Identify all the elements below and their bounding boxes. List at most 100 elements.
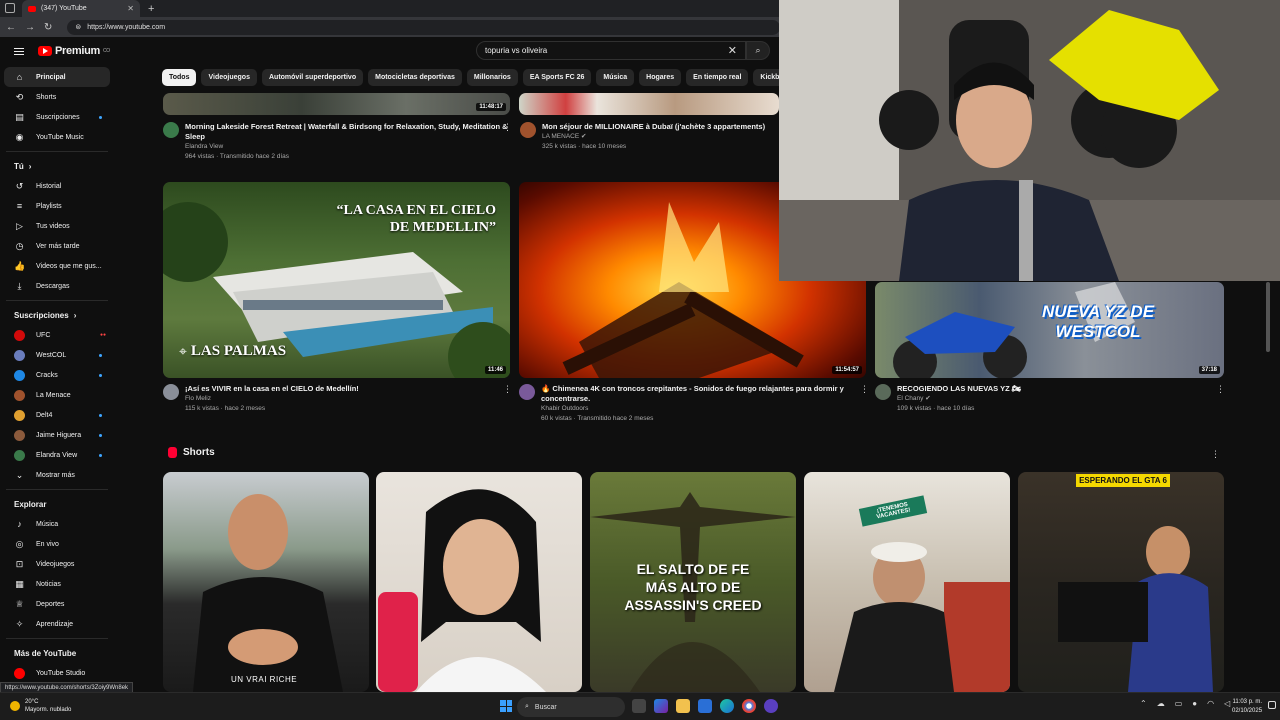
chip[interactable]: En tiempo real xyxy=(686,69,749,86)
reload-icon[interactable]: ↻ xyxy=(44,22,52,33)
sidebar-item-liked-videos[interactable]: 👍 Videos que me gus... xyxy=(0,256,120,276)
sidebar-item-youtube-music[interactable]: ◉ YouTube Music xyxy=(0,127,120,147)
chip[interactable]: Música xyxy=(596,69,635,86)
sidebar-explore-news[interactable]: ▦ Noticias xyxy=(0,574,120,594)
sidebar-sub-westcol[interactable]: WestCOL xyxy=(0,345,120,365)
video-thumbnail[interactable] xyxy=(519,93,779,115)
url-field[interactable]: ⊜ https://www.youtube.com xyxy=(67,19,780,35)
sidebar-explore-learning[interactable]: ✧ Aprendizaje xyxy=(0,614,120,634)
sidebar-sub-jaime-higuera[interactable]: Jaime Higuera xyxy=(0,425,120,445)
video-thumbnail[interactable]: “LA CASA EN EL CIELO DE MEDELLIN” ⌖ LAS … xyxy=(163,182,510,378)
new-tab-icon[interactable]: + xyxy=(148,3,154,15)
volume-icon[interactable]: ◁ xyxy=(1224,699,1230,708)
channel-name[interactable]: LA MENACE ✔ xyxy=(542,132,765,142)
channel-avatar[interactable] xyxy=(875,384,891,400)
sidebar-item-subscriptions[interactable]: ▤ Suscripciones xyxy=(0,107,120,127)
short-card[interactable] xyxy=(376,472,582,692)
short-card[interactable]: ¡TENEMOS VACANTES! xyxy=(804,472,1010,692)
channel-name[interactable]: El Chany ✔ xyxy=(897,394,1021,404)
chip[interactable]: Hogares xyxy=(639,69,682,86)
you-heading[interactable]: Tú › xyxy=(0,156,120,176)
notifications-icon[interactable] xyxy=(1268,701,1276,709)
chip[interactable]: Videojuegos xyxy=(201,69,257,86)
page-scrollbar[interactable] xyxy=(1266,282,1270,352)
sidebar-explore-sports[interactable]: ♕ Deportes xyxy=(0,594,120,614)
video-title[interactable]: Morning Lakeside Forest Retreat | Waterf… xyxy=(185,122,508,142)
sidebar-youtube-studio[interactable]: YouTube Studio xyxy=(0,663,120,683)
chevron-up-icon[interactable]: ⌃ xyxy=(1140,699,1147,708)
sidebar-item-home[interactable]: ⌂ Principal xyxy=(4,67,110,87)
more-options-icon[interactable]: ⋮ xyxy=(503,384,512,395)
sidebar-explore-music[interactable]: ♪ Música xyxy=(0,514,120,534)
sidebar-item-playlists[interactable]: ≡ Playlists xyxy=(0,196,120,216)
short-card[interactable]: UN VRAI RICHE xyxy=(163,472,369,692)
microphone-icon[interactable]: ● xyxy=(1192,699,1197,708)
sidebar-sub-ufc[interactable]: UFC ●● xyxy=(0,325,120,345)
wifi-icon[interactable]: ◠ xyxy=(1207,699,1214,708)
search-button[interactable]: ⌕ xyxy=(746,41,770,60)
video-title[interactable]: 🔥 Chimenea 4K con troncos crepitantes - … xyxy=(541,384,857,404)
back-icon[interactable]: ← xyxy=(6,22,16,33)
sidebar-explore-live[interactable]: ◎ En vivo xyxy=(0,534,120,554)
start-button[interactable] xyxy=(500,700,512,712)
close-tab-icon[interactable]: ✕ xyxy=(127,4,134,13)
chip[interactable]: Millonarios xyxy=(466,69,518,86)
chip[interactable]: Kickboxing xyxy=(753,69,780,86)
channel-avatar[interactable] xyxy=(163,122,179,138)
video-title[interactable]: RECOGIENDO LAS NUEVAS YZ 🏍 xyxy=(897,384,1021,394)
clock[interactable]: 11:03 p. m. 02/10/2025 xyxy=(1232,698,1262,716)
sidebar-sub-cracks[interactable]: Cracks xyxy=(0,365,120,385)
taskbar-search[interactable]: ⌕ Buscar xyxy=(517,697,625,717)
channel-avatar[interactable] xyxy=(163,384,179,400)
chip[interactable]: Motocicletas deportivas xyxy=(368,69,462,86)
window-menu-icon[interactable] xyxy=(5,3,15,13)
video-thumbnail[interactable]: NUEVA YZ DE WESTCOL 37:18 xyxy=(875,282,1224,378)
forward-icon[interactable]: → xyxy=(25,22,35,33)
copilot-icon[interactable] xyxy=(654,699,668,713)
show-more-button[interactable]: ⌄ Mostrar más xyxy=(0,465,120,485)
chrome-icon[interactable] xyxy=(742,699,756,713)
video-title[interactable]: ¡Así es VIVIR en la casa en el CIELO de … xyxy=(185,384,359,394)
chip[interactable]: Automóvil superdeportivo xyxy=(261,69,364,86)
channel-avatar[interactable] xyxy=(520,122,536,138)
subscriptions-heading[interactable]: Suscripciones › xyxy=(0,305,120,325)
app-icon[interactable] xyxy=(764,699,778,713)
sidebar-item-shorts[interactable]: ⟲ Shorts xyxy=(0,87,120,107)
channel-avatar[interactable] xyxy=(519,384,535,400)
file-explorer-icon[interactable] xyxy=(676,699,690,713)
search-input[interactable]: topuria vs oliveira ✕ xyxy=(476,41,746,60)
sidebar-sub-delt4[interactable]: Delt4 xyxy=(0,405,120,425)
site-info-icon[interactable]: ⊜ xyxy=(75,23,81,31)
more-options-icon[interactable]: ⋮ xyxy=(503,122,512,133)
more-options-icon[interactable]: ⋮ xyxy=(860,384,869,395)
channel-name[interactable]: Elandra View xyxy=(185,142,508,152)
chip[interactable]: Todos xyxy=(162,69,197,86)
edge-icon[interactable] xyxy=(720,699,734,713)
browser-tab[interactable]: (347) YouTube ✕ xyxy=(22,0,140,17)
short-card[interactable]: ESPERANDO EL GTA 6 xyxy=(1018,472,1224,692)
channel-name[interactable]: Khabir Outdoors xyxy=(541,404,857,414)
store-icon[interactable] xyxy=(698,699,712,713)
clear-search-icon[interactable]: ✕ xyxy=(728,44,737,57)
sidebar-item-history[interactable]: ↺ Historial xyxy=(0,176,120,196)
network-icon[interactable]: ▭ xyxy=(1175,699,1183,708)
avatar xyxy=(14,369,25,381)
chip[interactable]: EA Sports FC 26 xyxy=(522,69,592,86)
short-card[interactable]: EL SALTO DE FE MÁS ALTO DE ASSASSIN'S CR… xyxy=(590,472,796,692)
channel-name[interactable]: Flo Meliz xyxy=(185,394,359,404)
menu-icon[interactable] xyxy=(14,47,24,55)
task-view-icon[interactable] xyxy=(632,699,646,713)
weather-widget[interactable]: 20°C Mayorm. nublado xyxy=(10,698,71,714)
sidebar-item-downloads[interactable]: ⤓ Descargas xyxy=(0,276,120,296)
video-title[interactable]: Mon séjour de MILLIONAIRE à Dubaï (j'ach… xyxy=(542,122,765,132)
sidebar-item-watch-later[interactable]: ◷ Ver más tarde xyxy=(0,236,120,256)
shorts-more-options-icon[interactable]: ⋮ xyxy=(1211,449,1220,460)
sidebar-item-your-videos[interactable]: ▷ Tus videos xyxy=(0,216,120,236)
more-options-icon[interactable]: ⋮ xyxy=(1216,384,1225,395)
youtube-logo[interactable]: Premium CO xyxy=(38,45,110,57)
video-thumbnail[interactable]: 11:48:17 xyxy=(163,93,510,115)
cloud-icon[interactable]: ☁ xyxy=(1157,699,1165,708)
sidebar-sub-la-menace[interactable]: La Menace xyxy=(0,385,120,405)
sidebar-explore-gaming[interactable]: ⊡ Videojuegos xyxy=(0,554,120,574)
sidebar-sub-elandra-view[interactable]: Elandra View xyxy=(0,445,120,465)
